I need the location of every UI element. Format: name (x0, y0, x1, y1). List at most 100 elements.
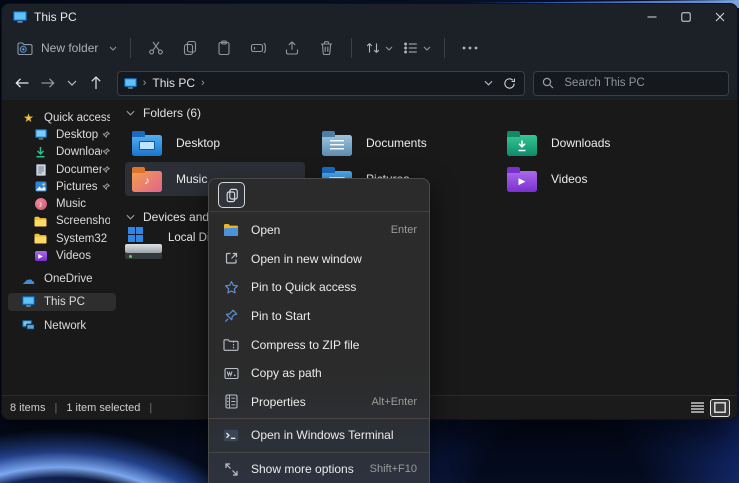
search-icon (542, 77, 554, 89)
sort-button[interactable] (360, 34, 398, 62)
tile-desktop[interactable]: Desktop (125, 126, 305, 160)
cut-button[interactable] (141, 34, 171, 62)
shortcut-label: Shift+F10 (370, 463, 417, 475)
music-folder-icon: ♪ (132, 166, 162, 192)
download-icon (33, 146, 48, 158)
sidebar-item-videos[interactable]: ▶ Videos (8, 247, 116, 264)
tile-downloads[interactable]: Downloads (500, 126, 680, 160)
address-dropdown-icon[interactable] (484, 80, 493, 86)
zip-folder-icon (223, 338, 239, 352)
copy-button[interactable] (175, 34, 205, 62)
sidebar-item-screenshots[interactable]: Screenshots (8, 213, 116, 230)
desktop-icon (33, 129, 48, 140)
pin-icon (102, 148, 110, 156)
sidebar-item-label: Music (56, 198, 86, 210)
desktop-folder-icon (132, 130, 162, 156)
sidebar-item-label: This PC (44, 296, 85, 308)
collapse-chevron-icon (126, 214, 135, 220)
menu-item-pin-to-start[interactable]: Pin to Start (209, 302, 429, 331)
pin-icon (102, 131, 110, 139)
refresh-icon[interactable] (503, 77, 516, 90)
new-folder-icon (17, 41, 34, 56)
search-input[interactable] (562, 76, 702, 90)
chevron-down-icon (423, 46, 431, 51)
tile-label: Music (176, 172, 207, 186)
menu-item-open-new-window[interactable]: Open in new window (209, 245, 429, 274)
sidebar-item-network[interactable]: Network (8, 317, 116, 334)
more-options-button[interactable] (455, 34, 485, 62)
breadcrumb-separator: › (201, 77, 205, 89)
paste-button[interactable] (209, 34, 239, 62)
sidebar-item-onedrive[interactable]: ☁ OneDrive (8, 271, 116, 288)
sidebar-item-system32[interactable]: System32 (8, 230, 116, 247)
forward-button[interactable] (35, 70, 60, 96)
show-more-options-icon (223, 462, 239, 477)
new-folder-button[interactable]: New folder (12, 34, 122, 62)
sidebar-item-label: Screenshots (56, 215, 110, 227)
address-bar[interactable]: › This PC › (117, 71, 526, 96)
sidebar-item-downloads[interactable]: Downloads (8, 144, 116, 161)
rename-button[interactable] (243, 34, 273, 62)
star-outline-icon (223, 280, 239, 295)
tile-label: Desktop (176, 136, 220, 150)
folder-icon (33, 216, 48, 227)
up-button[interactable] (84, 70, 109, 96)
sidebar-item-documents[interactable]: Documents (8, 161, 116, 178)
sidebar-item-label: Documents (56, 164, 102, 176)
documents-folder-icon (322, 130, 352, 156)
folders-section-header[interactable]: Folders (6) (126, 106, 201, 120)
video-icon: ▶ (33, 251, 48, 261)
menu-item-copy-as-path[interactable]: Copy as path (209, 359, 429, 388)
sidebar-item-desktop[interactable]: Desktop (8, 126, 116, 143)
context-menu: Open Enter Open in new window Pin to Qui… (208, 178, 430, 483)
tile-videos[interactable]: ▶ Videos (500, 162, 680, 196)
this-pc-icon (124, 78, 137, 89)
menu-item-show-more-options[interactable]: Show more options Shift+F10 (209, 455, 429, 483)
toolbar-separator (351, 38, 352, 58)
star-icon: ★ (21, 112, 36, 124)
menu-item-open-windows-terminal[interactable]: Open in Windows Terminal (209, 421, 429, 450)
downloads-folder-icon (507, 130, 537, 156)
menu-item-compress-zip[interactable]: Compress to ZIP file (209, 330, 429, 359)
sidebar-item-this-pc[interactable]: This PC (8, 293, 116, 311)
collapse-chevron-icon (126, 110, 135, 116)
status-separator: | (149, 402, 152, 414)
navigation-pane: ★ Quick access Desktop Downloads Documen… (2, 100, 122, 395)
folder-icon (33, 233, 48, 244)
onedrive-cloud-icon: ☁ (21, 273, 36, 286)
back-button[interactable] (10, 70, 35, 96)
menu-item-pin-quick-access[interactable]: Pin to Quick access (209, 273, 429, 302)
open-new-window-icon (223, 251, 239, 266)
menu-item-open[interactable]: Open Enter (209, 216, 429, 245)
share-button[interactable] (277, 34, 307, 62)
sidebar-item-music[interactable]: ♪ Music (8, 195, 116, 212)
copy-icon (225, 188, 239, 203)
view-button[interactable] (398, 34, 436, 62)
menu-item-properties[interactable]: Properties Alt+Enter (209, 388, 429, 417)
minimize-button[interactable] (635, 4, 669, 30)
quick-copy-button[interactable] (218, 182, 245, 208)
large-icons-view-button[interactable] (711, 400, 729, 416)
sidebar-item-label: Videos (56, 250, 91, 262)
sidebar-item-label: Desktop (56, 129, 98, 141)
close-button[interactable] (703, 4, 737, 30)
context-menu-quick-actions (209, 179, 429, 212)
delete-button[interactable] (311, 34, 341, 62)
menu-separator (209, 452, 429, 453)
navigation-bar: › This PC › (2, 66, 737, 100)
breadcrumb-this-pc[interactable]: This PC (152, 76, 195, 90)
sidebar-item-quick-access[interactable]: ★ Quick access (8, 109, 116, 126)
videos-folder-icon: ▶ (507, 166, 537, 192)
sidebar-item-label: System32 (56, 233, 107, 245)
tile-documents[interactable]: Documents (315, 126, 495, 160)
chevron-down-icon (109, 46, 117, 51)
details-view-button[interactable] (688, 400, 706, 416)
pin-icon (223, 309, 239, 323)
toolbar-separator (444, 38, 445, 58)
selection-count: 1 item selected (66, 402, 140, 414)
pin-icon (102, 183, 110, 191)
recent-locations-button[interactable] (59, 70, 84, 96)
maximize-button[interactable] (669, 4, 703, 30)
sidebar-item-pictures[interactable]: Pictures (8, 178, 116, 195)
search-box[interactable] (533, 71, 729, 96)
